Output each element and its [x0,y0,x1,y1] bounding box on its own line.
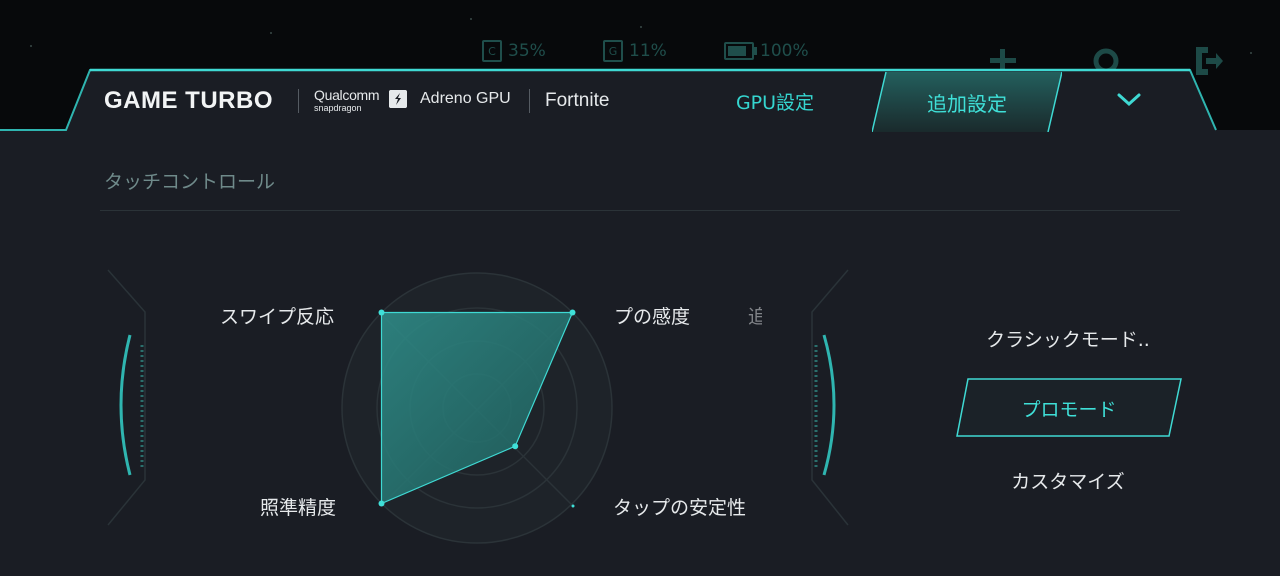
cpu-value: 35% [508,41,546,61]
background-star [470,18,472,20]
mode-pro-label: プロモード [1021,399,1117,421]
background-star [270,32,272,34]
background-star [640,26,642,28]
qualcomm-snapdragon-logo: Qualcomm snapdragon [314,87,380,113]
battery-status: 100% [724,40,809,62]
battery-icon [724,42,757,60]
battery-value: 100% [760,41,809,61]
axis-label-tap-sensitivity: プの感度 [614,306,691,328]
mode-classic[interactable]: クラシックモード.. [968,325,1168,352]
app-title: GAME TURBO [104,87,273,114]
mode-customize[interactable]: カスタマイズ [968,467,1168,494]
axis-label-swipe: スワイプ反応 [220,306,335,328]
axis-label-aim: 照準精度 [260,497,337,519]
qualcomm-text: Qualcomm [314,87,380,103]
axis-label-partial: 追 [748,306,762,328]
gpu-status: G 11% [603,40,667,62]
section-title: タッチコントロール [104,171,276,193]
cpu-icon: C [482,40,502,62]
background-star [1250,52,1252,54]
tab-additional-settings-label: 追加設定 [927,92,1007,116]
tab-additional-settings[interactable]: 追加設定 [872,70,1062,132]
background-star [30,45,32,47]
chevron-down-icon[interactable] [1116,90,1142,110]
snapdragon-icon [389,90,407,108]
axis-label-tap-stability: タップの安定性 [613,497,747,519]
divider [298,89,299,113]
cpu-status: C 35% [482,40,546,62]
gpu-name: Adreno GPU [420,90,511,107]
section-divider [100,210,1180,211]
mode-pro[interactable]: プロモード [956,378,1182,438]
divider [529,89,530,113]
snapdragon-text: snapdragon [314,103,362,113]
tab-gpu-settings[interactable]: GPU設定 [715,88,835,115]
game-name: Fortnite [545,90,610,111]
gpu-icon: G [603,40,623,62]
gpu-value: 11% [629,41,667,61]
